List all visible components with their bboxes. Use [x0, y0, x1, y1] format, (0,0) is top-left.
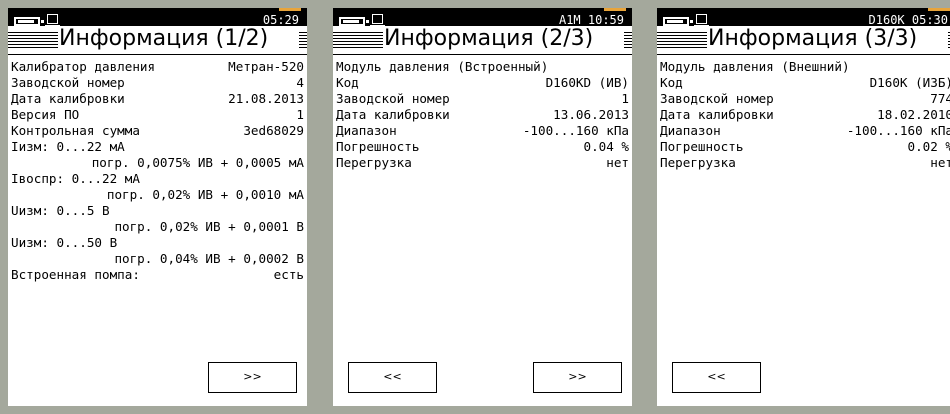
info-value: 0.04 % [583, 139, 630, 154]
info-value: 774 [930, 91, 950, 106]
info-value: есть [273, 267, 304, 282]
info-label: Заводской номер [11, 75, 125, 90]
prev-page-button[interactable]: << [348, 362, 437, 393]
info-value: погр. 0,04% ИВ + 0,0002 В [114, 251, 304, 266]
info-value: 0.02 % [907, 139, 950, 154]
info-value: D160K (ИЗБ) [869, 75, 950, 90]
accent-strip [604, 8, 626, 11]
title-divider [657, 54, 950, 55]
info-value: погр. 0,0075% ИВ + 0,0005 мА [91, 155, 304, 170]
info-label: Калибратор давления [11, 59, 156, 74]
battery-icon [14, 17, 44, 26]
status-right: A1M 10:59 [558, 13, 624, 27]
display-icon [370, 14, 385, 26]
info-value: 13.06.2013 [553, 107, 629, 122]
info-value: 18.02.2010 [877, 107, 950, 122]
device-screen-info-3: D160K 05:30 Информация (3/3) Модуль давл… [657, 8, 950, 406]
title-decoration-right [299, 30, 307, 48]
info-label: Погрешность [336, 139, 420, 154]
info-label: Версия ПО [11, 107, 80, 122]
display-icon [694, 14, 709, 26]
info-label: Диапазон [660, 123, 721, 138]
page-title-bar: Информация (2/3) [333, 26, 632, 52]
info-label: Код [336, 75, 359, 90]
info-label: Код [660, 75, 683, 90]
info-value: 3ed68029 [243, 123, 304, 138]
info-value: нет [930, 155, 950, 170]
status-right: D160K 05:30 [868, 13, 948, 27]
accent-strip [279, 8, 301, 11]
info-value: нет [606, 155, 629, 170]
title-divider [333, 54, 632, 55]
title-decoration-right [624, 30, 632, 48]
device-screen-info-2: A1M 10:59 Информация (2/3) Модуль давлен… [333, 8, 632, 406]
title-decoration-left [333, 30, 383, 48]
info-value: 1 [621, 91, 629, 106]
page-title-bar: Информация (3/3) [657, 26, 950, 52]
accent-strip [928, 8, 950, 11]
page-title: Информация (3/3) [708, 26, 918, 52]
info-value: 21.08.2013 [228, 91, 304, 106]
battery-icon [339, 17, 369, 26]
info-value: погр. 0,02% ИВ + 0,0001 В [114, 219, 304, 234]
device-screen-info-1: 05:29 Информация (1/2) Калибратор давлен… [8, 8, 307, 406]
info-label: Погрешность [660, 139, 744, 154]
info-label: Заводской номер [336, 91, 450, 106]
display-icon [45, 14, 60, 26]
info-label: Модуль давления (Внешний) [660, 59, 850, 74]
info-label: Контрольная сумма [11, 123, 140, 138]
info-value: Метран-520 [228, 59, 304, 74]
info-value: 1 [296, 107, 304, 122]
battery-icon [663, 17, 693, 26]
info-label: Iизм: 0...22 мА [11, 139, 125, 154]
info-label: Дата калибровки [11, 91, 125, 106]
status-right: 05:29 [262, 13, 299, 27]
info-value: D160KD (ИВ) [545, 75, 629, 90]
info-label: Заводской номер [660, 91, 774, 106]
info-label: Uизм: 0...5 В [11, 203, 110, 218]
info-label: Uизм: 0...50 В [11, 235, 118, 250]
info-value: погр. 0,02% ИВ + 0,0010 мА [106, 187, 304, 202]
title-divider [8, 54, 307, 55]
info-label: Диапазон [336, 123, 397, 138]
title-decoration-left [657, 30, 707, 48]
info-value: -100...160 кПа [846, 123, 950, 138]
info-label: Встроенная помпа: [11, 267, 140, 282]
next-page-button[interactable]: >> [533, 362, 622, 393]
next-page-button[interactable]: >> [208, 362, 297, 393]
info-label: Iвоспр: 0...22 мА [11, 171, 140, 186]
info-value: 4 [296, 75, 304, 90]
title-decoration-left [8, 30, 58, 48]
page-title: Информация (2/3) [384, 26, 594, 52]
info-label: Модуль давления (Встроенный) [336, 59, 549, 74]
info-label: Перегрузка [660, 155, 736, 170]
page-title-bar: Информация (1/2) [8, 26, 307, 52]
info-value: -100...160 кПа [522, 123, 629, 138]
prev-page-button[interactable]: << [672, 362, 761, 393]
info-label: Дата калибровки [660, 107, 774, 122]
info-label: Перегрузка [336, 155, 412, 170]
page-title: Информация (1/2) [59, 26, 269, 52]
info-label: Дата калибровки [336, 107, 450, 122]
